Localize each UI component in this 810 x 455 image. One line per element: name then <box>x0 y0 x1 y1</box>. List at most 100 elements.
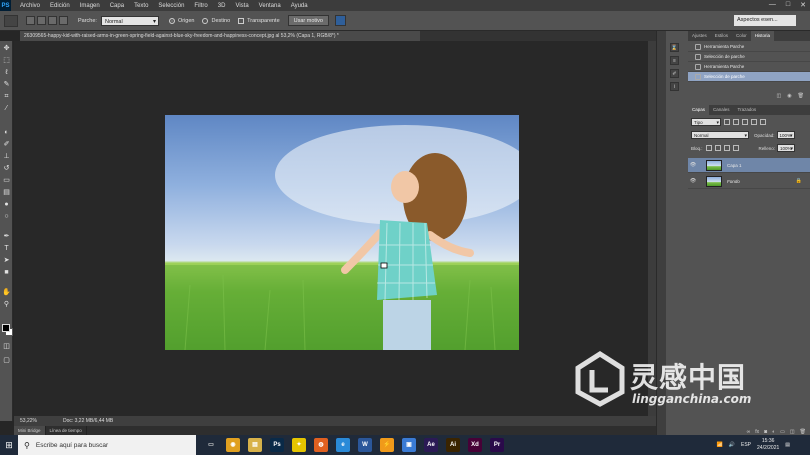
usar-motivo-button[interactable]: Usar motivo <box>287 15 329 26</box>
canvas-area[interactable] <box>14 41 656 416</box>
hand-tool-icon[interactable]: ✋ <box>2 289 11 297</box>
type-filter-icon[interactable] <box>742 119 748 125</box>
transparente-checkbox[interactable]: Transparente <box>238 17 280 24</box>
trash-icon[interactable]: 🗑 <box>798 93 804 101</box>
menu-imagen[interactable]: Imagen <box>80 3 100 9</box>
properties-panel-icon[interactable]: ≡ <box>670 56 679 65</box>
new-document-from-state-icon[interactable]: ◫ <box>777 93 782 101</box>
pixel-filter-icon[interactable] <box>724 119 730 125</box>
screen-mode-icon[interactable]: ▢ <box>2 357 11 365</box>
layer-row[interactable]: 👁 Capa 1 <box>688 158 810 173</box>
quick-mask-icon[interactable]: ◫ <box>2 343 11 351</box>
menu-ayuda[interactable]: Ayuda <box>291 3 308 9</box>
type-tool-icon[interactable]: T <box>2 245 11 253</box>
language-indicator[interactable]: ESP <box>741 442 751 448</box>
bolt-app-icon[interactable]: ⚡ <box>380 438 394 452</box>
clock[interactable]: 15:36 24/2/2021 <box>757 438 779 452</box>
taskbar-search[interactable]: ⚲ Escribe aquí para buscar <box>18 435 196 455</box>
subtract-selection-icon[interactable] <box>48 16 57 25</box>
tab-color[interactable]: Color <box>732 31 751 41</box>
tab-canales[interactable]: Canales <box>709 105 734 115</box>
close-button[interactable]: ✕ <box>800 1 806 9</box>
menu-vista[interactable]: Vista <box>235 3 248 9</box>
photos-icon[interactable]: ▣ <box>402 438 416 452</box>
workspace-select[interactable]: Aspectos esen... <box>734 15 796 26</box>
brush-panel-icon[interactable]: ✐ <box>670 69 679 78</box>
intersect-selection-icon[interactable] <box>59 16 68 25</box>
menu-seleccion[interactable]: Selección <box>158 3 184 9</box>
tab-mini-bridge[interactable]: Mini Bridge <box>14 426 46 435</box>
gradient-tool-icon[interactable]: ▤ <box>2 189 11 197</box>
history-panel-icon[interactable]: ⌛ <box>670 43 679 52</box>
tab-ajustes[interactable]: Ajustes <box>688 31 711 41</box>
tab-trazados[interactable]: Trazados <box>734 105 761 115</box>
parche-select[interactable]: Normal <box>100 15 159 27</box>
maximize-button[interactable]: □ <box>786 1 790 9</box>
photoshop-icon[interactable]: Ps <box>270 438 284 452</box>
origen-radio[interactable]: Origen <box>168 17 194 24</box>
patch-tool-icon[interactable]: ◐ <box>2 129 11 137</box>
menu-capa[interactable]: Capa <box>110 3 124 9</box>
clone-stamp-tool-icon[interactable]: ⊥ <box>2 153 11 161</box>
word-icon[interactable]: W <box>358 438 372 452</box>
firefox-icon[interactable]: ◍ <box>314 438 328 452</box>
volume-icon[interactable]: 🔊 <box>729 442 735 448</box>
menu-3d[interactable]: 3D <box>218 3 226 9</box>
shape-tool-icon[interactable]: ■ <box>2 269 11 277</box>
tab-historia[interactable]: Historia <box>750 31 775 41</box>
quick-select-tool-icon[interactable]: ✎ <box>2 81 11 89</box>
foreground-color-swatch[interactable] <box>2 324 10 332</box>
adjustment-filter-icon[interactable] <box>733 119 739 125</box>
premiere-icon[interactable]: Pr <box>490 438 504 452</box>
windows-start-icon[interactable]: ⊞ <box>0 435 18 455</box>
vertical-scrollbar[interactable] <box>648 41 656 416</box>
info-panel-icon[interactable]: i <box>670 82 679 91</box>
pattern-picker-icon[interactable] <box>335 15 346 26</box>
history-item[interactable]: Herramienta Parche <box>688 42 810 52</box>
tab-estilos[interactable]: Estilos <box>711 31 732 41</box>
history-item-selected[interactable]: Selección de parche <box>688 72 810 82</box>
menu-texto[interactable]: Texto <box>134 3 148 9</box>
lock-transparency-icon[interactable] <box>705 145 712 151</box>
chrome-icon[interactable]: ◉ <box>226 438 240 452</box>
eraser-tool-icon[interactable]: ▭ <box>2 177 11 185</box>
tab-capas[interactable]: Capas <box>688 105 710 115</box>
layer-row[interactable]: 👁 Fondo 🔒 <box>688 174 810 189</box>
path-select-tool-icon[interactable]: ➤ <box>2 257 11 265</box>
lock-position-icon[interactable] <box>723 145 730 151</box>
marquee-tool-icon[interactable]: ⬚ <box>2 57 11 65</box>
lightbulb-icon[interactable]: ✦ <box>292 438 306 452</box>
layer-filter-select[interactable]: Tipo <box>691 118 721 127</box>
shape-filter-icon[interactable] <box>751 119 757 125</box>
lock-pixels-icon[interactable] <box>714 145 721 151</box>
new-selection-icon[interactable] <box>26 16 35 25</box>
history-item[interactable]: Herramienta Parche <box>688 62 810 72</box>
move-tool-icon[interactable]: ✥ <box>2 45 11 53</box>
file-explorer-icon[interactable]: ▤ <box>248 438 262 452</box>
fill-input[interactable]: 100% <box>777 144 796 153</box>
document-tab[interactable]: 26309565-happy-kid-with-raised-arms-in-g… <box>20 31 420 41</box>
menu-archivo[interactable]: Archivo <box>20 3 40 9</box>
destino-radio[interactable]: Destino <box>202 17 230 24</box>
patch-tool-preset-icon[interactable] <box>4 14 18 27</box>
snapshot-icon[interactable]: ◉ <box>787 93 791 101</box>
crop-tool-icon[interactable]: ⌗ <box>2 93 11 101</box>
lasso-tool-icon[interactable]: ℓ <box>2 69 11 77</box>
add-selection-icon[interactable] <box>37 16 46 25</box>
after-effects-icon[interactable]: Ae <box>424 438 438 452</box>
brush-tool-icon[interactable]: ✐ <box>2 141 11 149</box>
tab-timeline[interactable]: Línea de tiempo <box>46 426 87 435</box>
blur-tool-icon[interactable]: ● <box>2 201 11 209</box>
zoom-level[interactable]: 53,22% <box>20 418 37 424</box>
task-view-icon[interactable]: ▭ <box>204 438 218 452</box>
lock-all-icon[interactable] <box>732 145 739 151</box>
notifications-icon[interactable]: ▤ <box>785 442 790 448</box>
minimize-button[interactable]: — <box>769 1 776 9</box>
history-brush-tool-icon[interactable]: ↺ <box>2 165 11 173</box>
eyedropper-tool-icon[interactable]: ⁄ <box>2 105 11 113</box>
document-image[interactable] <box>165 115 519 350</box>
menu-edicion[interactable]: Edición <box>50 3 70 9</box>
pen-tool-icon[interactable]: ✒ <box>2 233 11 241</box>
dodge-tool-icon[interactable]: ○ <box>2 213 11 221</box>
zoom-tool-icon[interactable]: ⚲ <box>2 301 11 309</box>
